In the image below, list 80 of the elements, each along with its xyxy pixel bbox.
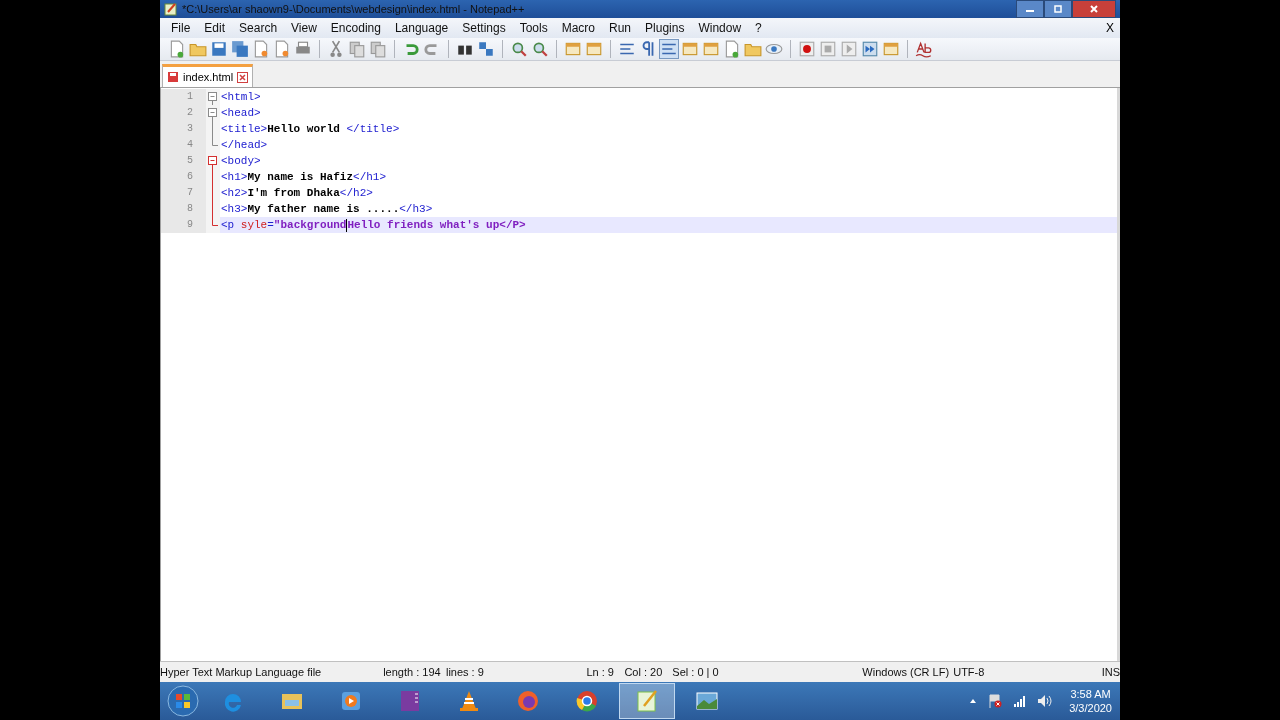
menu-item[interactable]: Edit <box>197 21 233 35</box>
close-button[interactable] <box>1072 0 1116 18</box>
code-line: <h1>My name is Hafiz</h1> <box>220 171 387 183</box>
close-icon <box>1089 4 1099 14</box>
menu-item[interactable]: Language <box>387 21 456 35</box>
code-line: <body> <box>220 155 261 167</box>
menu-item[interactable]: Run <box>602 21 639 35</box>
start-button[interactable] <box>166 684 200 718</box>
line-number: 3 <box>161 121 206 137</box>
code-line: <h3>My father name is .....</h3> <box>220 203 433 215</box>
line-number: 9 <box>161 217 206 233</box>
close-tab-icon[interactable] <box>237 71 249 83</box>
fast-forward-icon[interactable] <box>861 40 879 58</box>
cut-icon[interactable] <box>327 40 345 58</box>
menu-item[interactable]: Plugins <box>638 21 692 35</box>
app-icon <box>515 688 541 714</box>
line-number: 8 <box>161 201 206 217</box>
zoom-in-icon[interactable] <box>510 40 528 58</box>
paste-icon[interactable] <box>369 40 387 58</box>
signal-icon[interactable] <box>1013 695 1028 707</box>
app-icon <box>574 688 600 714</box>
fold-toggle-icon[interactable] <box>206 153 220 169</box>
fold-toggle-icon[interactable] <box>206 89 220 105</box>
restore-icon <box>1053 4 1063 14</box>
line-number: 7 <box>161 185 206 201</box>
selection-label: Sel : 0 | 0 <box>672 666 720 678</box>
copy-icon[interactable] <box>348 40 366 58</box>
insert-mode-label: INS <box>1101 666 1120 678</box>
flag-icon[interactable] <box>987 693 1004 709</box>
file-tab[interactable]: index.html <box>162 64 254 87</box>
save-icon[interactable] <box>210 40 228 58</box>
restore-button[interactable] <box>1044 0 1072 18</box>
menu-item[interactable]: Settings <box>455 21 513 35</box>
save-all-icon[interactable] <box>231 40 249 58</box>
close-file-icon[interactable] <box>252 40 270 58</box>
indent-guide-icon[interactable] <box>660 40 678 58</box>
line-number: 6 <box>161 169 206 185</box>
code-line: <p syle="backgroundHello friends what's up</P> <box>220 218 526 232</box>
column-label: Col : 20 <box>624 666 664 678</box>
stop-icon[interactable] <box>819 40 837 58</box>
new-file-icon[interactable] <box>168 40 186 58</box>
menu-item[interactable]: File <box>164 21 198 35</box>
menu-item[interactable]: Encoding <box>323 21 388 35</box>
taskbar-app-button[interactable] <box>619 683 675 719</box>
notepad-app-icon <box>164 2 178 16</box>
close-document-button[interactable]: X <box>1106 21 1120 35</box>
line-number: 5 <box>161 153 206 169</box>
code-line: <h2>I'm from Dhaka</h2> <box>220 187 373 199</box>
show-hidden-icons-icon[interactable] <box>969 697 978 705</box>
length-label: length : 194 <box>383 666 442 678</box>
menu-item[interactable]: View <box>284 21 324 35</box>
record-icon[interactable] <box>798 40 816 58</box>
line-position-label: Ln : 9 <box>586 666 615 678</box>
code-line: <title>Hello world </title> <box>220 123 400 135</box>
save-state-icon <box>167 71 179 83</box>
fold-toggle-icon[interactable] <box>206 105 220 121</box>
menu-item[interactable]: ? <box>748 21 769 35</box>
menu-item[interactable]: Macro <box>554 21 602 35</box>
code-line: <head> <box>220 107 261 119</box>
eol-label: Windows (CR LF) <box>862 666 951 678</box>
window-title: *C:\Users\ar shaown9-\Documents\webdesign\index.html - Notepad++ <box>182 3 526 15</box>
menu-item[interactable]: Tools <box>512 21 555 35</box>
menu-item[interactable]: Search <box>232 21 285 35</box>
spellcheck-icon[interactable] <box>915 40 933 58</box>
code-line: <html> <box>220 91 261 103</box>
line-number: 2 <box>161 105 206 121</box>
code-line: </head> <box>220 139 268 151</box>
line-number: 4 <box>161 137 206 153</box>
zoom-out-icon[interactable] <box>531 40 549 58</box>
menu-item[interactable]: Window <box>691 21 749 35</box>
close-all-icon[interactable] <box>273 40 291 58</box>
play-icon[interactable] <box>840 40 858 58</box>
encoding-label: UTF-8 <box>953 666 986 678</box>
lines-label: lines : 9 <box>445 666 485 678</box>
clock[interactable]: 3:58 AM 3/3/2020 <box>1063 687 1112 715</box>
minimize-button[interactable] <box>1016 0 1044 18</box>
file-type-label: Hyper Text Markup Language file <box>160 666 323 678</box>
app-icon <box>634 688 660 714</box>
speaker-icon[interactable] <box>1037 694 1054 708</box>
line-number: 1 <box>161 89 206 105</box>
